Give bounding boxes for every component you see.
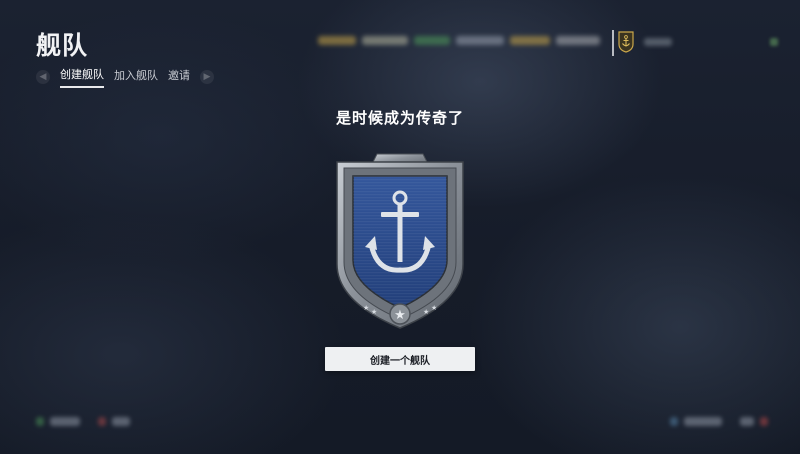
svg-text:★: ★ [431,304,437,312]
svg-text:★: ★ [371,308,377,316]
tab-join-fleet[interactable]: 加入舰队 [114,67,158,87]
svg-text:★: ★ [394,308,406,323]
svg-text:★: ★ [363,304,369,312]
bottom-left-hints [36,417,130,426]
tab-invitations[interactable]: 邀请 [168,67,190,87]
headline: 是时候成为传奇了 [335,109,464,127]
tab-create-fleet[interactable]: 创建舰队 [60,66,104,88]
tab-next-icon[interactable]: ▶ [200,70,214,84]
page-title: 舰队 [36,31,89,60]
svg-text:★: ★ [423,308,429,316]
fleet-shield-emblem: ★ ★ ★ ★ ★ [336,153,464,329]
top-divider [612,30,614,56]
top-status-dot [770,38,778,46]
create-fleet-button[interactable]: 创建一个舰队 [325,347,475,371]
top-resource-bar [318,36,600,45]
tab-bar: ◀ 创建舰队 加入舰队 邀请 ▶ [36,66,214,88]
bottom-right-hints [670,417,768,426]
top-username-blur [644,38,672,46]
tab-prev-icon[interactable]: ◀ [36,70,50,84]
fleet-emblem-icon[interactable] [617,31,635,53]
